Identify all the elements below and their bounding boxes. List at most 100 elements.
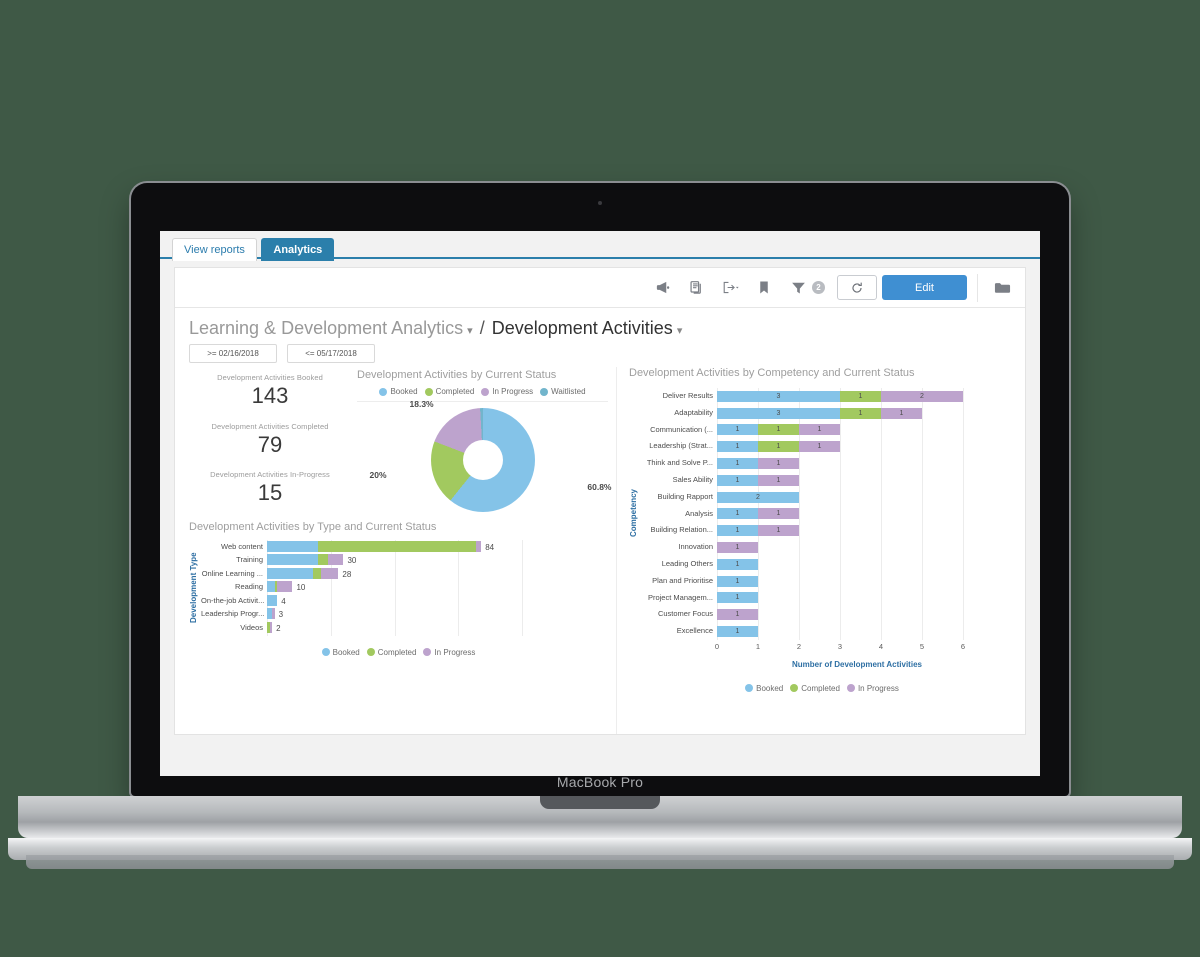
stacked-bar[interactable]: 111 — [717, 441, 1015, 453]
bar-segment-booked[interactable]: 1 — [717, 424, 758, 436]
bar-row: 1 — [717, 606, 1015, 623]
bar-category-label: Communication (... — [650, 424, 713, 434]
bar-segment-in-progress[interactable] — [269, 621, 273, 633]
report-toolbar: 2 Edit — [175, 268, 1025, 308]
stacked-bar[interactable]: 11 — [717, 525, 1015, 537]
bar-segment-booked[interactable] — [267, 581, 275, 593]
bar-segment-booked[interactable]: 1 — [717, 558, 758, 570]
bar-segment-booked[interactable] — [267, 540, 318, 552]
type-legend-item-booked[interactable]: Booked — [321, 648, 360, 657]
stacked-bar[interactable]: 1 — [717, 575, 1015, 587]
stacked-bar[interactable]: 11 — [717, 458, 1015, 470]
competency-legend-item-in-progress[interactable]: In Progress — [846, 684, 899, 693]
bar-segment-booked[interactable]: 3 — [717, 407, 840, 419]
laptop-lid: MacBook Pro View reports Analytics 2 Edi… — [131, 183, 1069, 796]
bar-segment-booked[interactable] — [267, 567, 313, 579]
bar-segment-booked[interactable] — [267, 594, 278, 606]
bar-segment-in-progress[interactable]: 1 — [799, 424, 840, 436]
competency-legend-item-completed[interactable]: Completed — [790, 684, 840, 693]
bar-segment-completed[interactable] — [318, 554, 329, 566]
bar-segment-in-progress[interactable]: 1 — [717, 542, 758, 554]
stacked-bar[interactable]: 311 — [717, 407, 1015, 419]
bar-segment-in-progress[interactable]: 1 — [758, 474, 799, 486]
bar-segment-completed[interactable] — [312, 567, 321, 579]
webcam-icon — [598, 201, 602, 205]
stacked-bar[interactable]: 84 — [267, 540, 608, 552]
type-legend-item-in-progress[interactable]: In Progress — [423, 648, 475, 657]
status-legend-item-in-progress[interactable]: In Progress — [481, 387, 533, 396]
export-icon[interactable] — [713, 271, 747, 305]
stacked-bar[interactable]: 3 — [267, 608, 608, 620]
bar-segment-in-progress[interactable]: 1 — [717, 609, 758, 621]
status-legend-item-completed[interactable]: Completed — [424, 387, 474, 396]
announcement-icon[interactable] — [645, 271, 679, 305]
tab-analytics[interactable]: Analytics — [261, 238, 335, 261]
bar-segment-completed[interactable]: 1 — [840, 407, 881, 419]
bar-segment-in-progress[interactable]: 1 — [799, 441, 840, 453]
bar-segment-completed[interactable] — [318, 540, 477, 552]
stacked-bar[interactable]: 10 — [267, 581, 608, 593]
stacked-bar[interactable]: 30 — [267, 554, 608, 566]
bar-segment-booked[interactable]: 3 — [717, 390, 840, 402]
bar-segment-in-progress[interactable] — [328, 554, 344, 566]
legend-swatch-icon — [790, 684, 799, 693]
bar-segment-in-progress[interactable]: 1 — [881, 407, 922, 419]
bar-segment-in-progress[interactable] — [320, 567, 339, 579]
stacked-bar[interactable]: 1 — [717, 592, 1015, 604]
status-legend-item-booked[interactable]: Booked — [379, 387, 418, 396]
legend-swatch-icon — [745, 684, 754, 693]
stacked-bar[interactable]: 1 — [717, 609, 1015, 621]
stacked-bar[interactable]: 1 — [717, 542, 1015, 554]
filter-chip-date-to[interactable]: <= 05/17/2018 — [287, 344, 375, 363]
bar-segment-in-progress[interactable]: 1 — [758, 508, 799, 520]
bar-segment-booked[interactable]: 1 — [717, 575, 758, 587]
bar-segment-booked[interactable]: 2 — [717, 491, 799, 503]
x-axis-tick: 6 — [960, 641, 966, 651]
bar-segment-in-progress[interactable] — [272, 608, 275, 620]
breadcrumb-parent[interactable]: Learning & Development Analytics — [189, 318, 463, 339]
bar-segment-completed[interactable]: 1 — [840, 390, 881, 402]
bar-segment-in-progress[interactable]: 1 — [758, 525, 799, 537]
bar-segment-in-progress[interactable] — [476, 540, 482, 552]
breadcrumb-parent-chevron-down-icon[interactable]: ▾ — [467, 324, 473, 337]
stacked-bar[interactable]: 4 — [267, 594, 608, 606]
x-axis-tick: 2 — [796, 641, 802, 651]
bar-segment-booked[interactable]: 1 — [717, 508, 758, 520]
filter-chip-date-from[interactable]: >= 02/16/2018 — [189, 344, 277, 363]
bar-segment-booked[interactable]: 1 — [717, 626, 758, 638]
bar-segment-booked[interactable]: 1 — [717, 458, 758, 470]
bar-segment-booked[interactable] — [267, 554, 318, 566]
stacked-bar[interactable]: 11 — [717, 474, 1015, 486]
bar-row: 2 — [267, 621, 608, 635]
bookmark-icon[interactable] — [747, 271, 781, 305]
edit-button[interactable]: Edit — [882, 275, 967, 300]
bar-segment-booked[interactable]: 1 — [717, 592, 758, 604]
type-legend-item-completed[interactable]: Completed — [366, 648, 416, 657]
stacked-bar[interactable]: 111 — [717, 424, 1015, 436]
folder-icon[interactable] — [985, 271, 1019, 305]
stacked-bar[interactable]: 28 — [267, 567, 608, 579]
bar-segment-in-progress[interactable]: 1 — [758, 458, 799, 470]
refresh-button[interactable] — [837, 275, 877, 300]
stacked-bar[interactable]: 11 — [717, 508, 1015, 520]
copy-report-icon[interactable] — [679, 271, 713, 305]
filter-icon[interactable] — [781, 271, 815, 305]
tab-view-reports[interactable]: View reports — [172, 238, 257, 261]
page-title-chevron-down-icon[interactable]: ▾ — [677, 324, 683, 337]
bar-segment-in-progress[interactable] — [277, 581, 293, 593]
status-legend-item-waitlisted[interactable]: Waitlisted — [540, 387, 586, 396]
stacked-bar[interactable]: 2 — [267, 621, 608, 633]
bar-segment-booked[interactable]: 1 — [717, 441, 758, 453]
stacked-bar[interactable]: 2 — [717, 491, 1015, 503]
stacked-bar[interactable]: 1 — [717, 558, 1015, 570]
stacked-bar[interactable]: 312 — [717, 390, 1015, 402]
competency-legend-item-booked[interactable]: Booked — [745, 684, 783, 693]
page-title[interactable]: Development Activities — [492, 318, 673, 339]
stacked-bar[interactable]: 1 — [717, 626, 1015, 638]
bar-segment-booked[interactable]: 1 — [717, 474, 758, 486]
bar-segment-in-progress[interactable]: 2 — [881, 390, 963, 402]
bar-segment-completed[interactable]: 1 — [758, 424, 799, 436]
bar-segment-completed[interactable]: 1 — [758, 441, 799, 453]
donut-ring[interactable] — [430, 408, 535, 512]
bar-segment-booked[interactable]: 1 — [717, 525, 758, 537]
